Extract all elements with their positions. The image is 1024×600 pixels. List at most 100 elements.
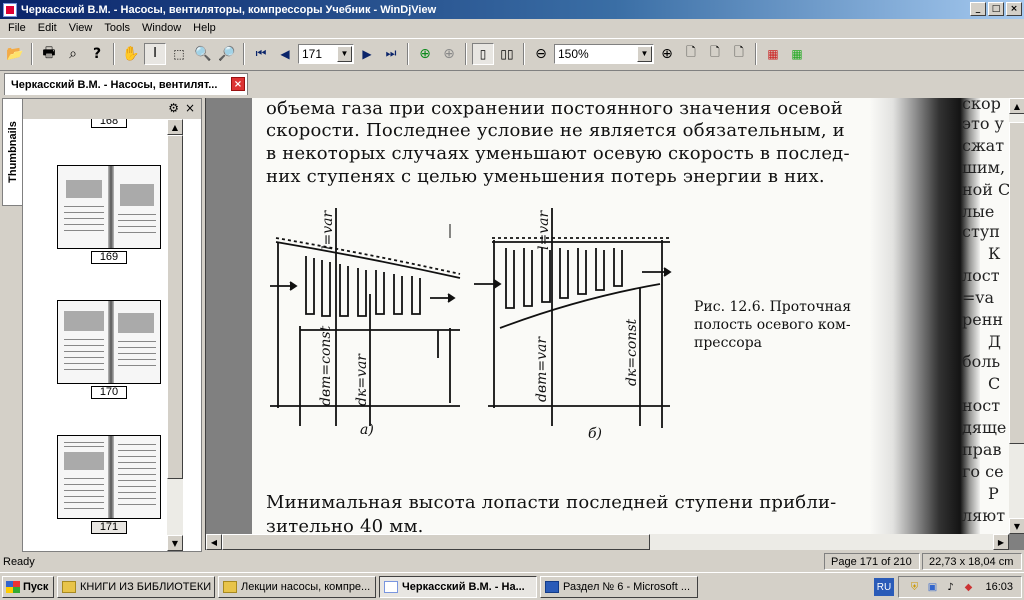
scrollbar-thumb[interactable] xyxy=(1009,122,1024,444)
status-text: Ready xyxy=(3,555,35,568)
right-page-text: С xyxy=(988,374,1001,393)
print-icon[interactable]: 🖶 xyxy=(38,43,60,65)
scroll-up-icon[interactable]: ▲ xyxy=(167,119,183,135)
label-dk-const-b: dк=const xyxy=(624,318,640,386)
scroll-left-icon[interactable]: ◀ xyxy=(206,534,222,550)
thumbnails-panel: ⚙ × 168 169 170 171 ▲ ▼ xyxy=(22,98,202,552)
find-icon[interactable]: ⌕ xyxy=(62,43,84,65)
hand-tool-icon[interactable]: ✋ xyxy=(120,43,142,65)
thumbnail-170[interactable]: 170 xyxy=(57,300,161,399)
single-page-icon[interactable]: ▯ xyxy=(472,42,494,65)
tray-app-icon[interactable]: ◆ xyxy=(961,580,975,594)
chevron-down-icon[interactable]: ▼ xyxy=(337,45,352,62)
rect-select-icon[interactable]: ⬚ xyxy=(168,43,190,65)
text-line: них ступенях с целью уменьшения потерь э… xyxy=(266,166,825,187)
toolbar-separator xyxy=(31,42,33,65)
display-mode-color-icon[interactable]: ▦ xyxy=(762,43,784,65)
book-spine-shadow xyxy=(870,98,962,534)
menu-edit[interactable]: Edit xyxy=(32,22,63,34)
page-number-combo[interactable]: 171 ▼ xyxy=(298,43,354,64)
close-icon[interactable]: × xyxy=(185,101,195,115)
first-page-icon[interactable]: ⏮ xyxy=(250,43,272,65)
zoom-icon[interactable]: 🔍 xyxy=(192,43,214,65)
menu-tools[interactable]: Tools xyxy=(98,22,136,34)
menu-window[interactable]: Window xyxy=(136,22,187,34)
document-tab[interactable]: Черкасский В.М. - Насосы, вентилят... × xyxy=(4,73,248,95)
close-tab-icon[interactable]: × xyxy=(231,77,245,91)
language-indicator[interactable]: RU xyxy=(874,578,894,596)
last-page-icon[interactable]: ⏭ xyxy=(380,43,402,65)
next-page-icon[interactable]: ▶ xyxy=(356,43,378,65)
display-mode-bw-icon[interactable]: ▦ xyxy=(786,43,808,65)
maximize-button[interactable]: □ xyxy=(988,2,1004,16)
menu-file[interactable]: File xyxy=(2,22,32,34)
app-icon xyxy=(3,2,17,17)
fit-width-icon[interactable]: 🗋 xyxy=(704,43,726,65)
text-select-icon[interactable]: I xyxy=(144,42,166,65)
scroll-down-icon[interactable]: ▼ xyxy=(1009,518,1024,534)
help-icon[interactable]: ? xyxy=(86,43,108,65)
network-icon[interactable]: ▣ xyxy=(925,580,939,594)
scroll-down-icon[interactable]: ▼ xyxy=(167,535,183,551)
document-tab-bar: Черкасский В.М. - Насосы, вентилят... × xyxy=(0,70,1024,96)
shield-icon[interactable]: ⛨ xyxy=(907,580,921,594)
thumbnail-label: 168 xyxy=(91,119,127,128)
zoom-combo[interactable]: 150% ▼ xyxy=(554,43,654,64)
thumbnail-page xyxy=(57,435,161,519)
status-bar: Ready Page 171 of 210 22,73 x 18,04 cm xyxy=(0,552,1024,571)
open-folder-icon[interactable]: 📂 xyxy=(4,43,26,65)
speaker-icon[interactable]: ♪ xyxy=(943,580,957,594)
close-button[interactable]: × xyxy=(1006,2,1022,16)
start-button[interactable]: Пуск xyxy=(2,575,54,598)
scroll-up-icon[interactable]: ▲ xyxy=(1009,98,1024,114)
taskbar-item[interactable]: КНИГИ ИЗ БИБЛИОТЕКИ xyxy=(57,575,215,598)
label-l-var-b: l=var xyxy=(536,210,552,250)
menu-view[interactable]: View xyxy=(63,22,99,34)
prev-page-icon[interactable]: ◀ xyxy=(274,43,296,65)
label-l-var-a: l=var xyxy=(320,210,336,250)
zoom-in-icon[interactable]: ⊕ xyxy=(656,43,678,65)
taskbar-item-active[interactable]: Черкасский В.М. - На... xyxy=(379,575,537,598)
window-controls: _ □ × xyxy=(970,2,1022,16)
document-horizontal-scrollbar[interactable]: ◀ ▶ xyxy=(206,534,1009,550)
minimize-button[interactable]: _ xyxy=(970,2,986,16)
zoom-out-icon[interactable]: ⊖ xyxy=(530,43,552,65)
scroll-right-icon[interactable]: ▶ xyxy=(993,534,1009,550)
back-icon[interactable]: ⊕ xyxy=(414,43,436,65)
fit-page-icon[interactable]: 🗋 xyxy=(728,43,750,65)
thumbnails-tab[interactable]: Thumbnails xyxy=(2,98,22,206)
thumbnail-168[interactable]: 168 xyxy=(57,119,161,128)
menu-help[interactable]: Help xyxy=(187,22,222,34)
taskbar-item[interactable]: Лекции насосы, компре... xyxy=(218,575,376,598)
thumbnail-page xyxy=(57,165,161,249)
facing-pages-icon[interactable]: ▯▯ xyxy=(496,43,518,65)
taskbar: Пуск КНИГИ ИЗ БИБЛИОТЕКИ Лекции насосы, … xyxy=(0,572,1024,600)
taskbar-item-label: КНИГИ ИЗ БИБЛИОТЕКИ xyxy=(80,580,212,593)
right-page-text: дяще xyxy=(962,418,1007,437)
right-page-text: Р xyxy=(988,484,999,503)
actual-size-icon[interactable]: 🗋 xyxy=(680,43,702,65)
scrollbar-thumb[interactable] xyxy=(167,135,183,479)
title-bar: Черкасский В.М. - Насосы, вентиляторы, к… xyxy=(0,0,1024,19)
thumbnails-scrollbar[interactable]: ▲ ▼ xyxy=(167,119,183,551)
forward-icon[interactable]: ⊕ xyxy=(438,43,460,65)
taskbar-item[interactable]: Раздел № 6 - Microsoft ... xyxy=(540,575,698,598)
clock[interactable]: 16:03 xyxy=(985,581,1013,593)
zoom-rect-icon[interactable]: 🔎 xyxy=(216,43,238,65)
word-icon xyxy=(545,580,559,593)
gear-icon[interactable]: ⚙ xyxy=(168,101,179,115)
chevron-down-icon[interactable]: ▼ xyxy=(637,45,652,62)
thumbnail-171[interactable]: 171 xyxy=(57,435,161,534)
scrollbar-thumb[interactable] xyxy=(222,534,650,550)
windows-logo-icon xyxy=(6,580,20,593)
thumbnails-header: ⚙ × xyxy=(23,99,201,119)
right-page-text: ност xyxy=(962,396,1001,415)
document-view[interactable]: объема газа при сохранении постоянного з… xyxy=(205,98,1024,550)
window-title: Черкасский В.М. - Насосы, вентиляторы, к… xyxy=(21,3,437,16)
thumbnail-169[interactable]: 169 xyxy=(57,165,161,264)
document-vertical-scrollbar[interactable]: ▲ ▼ xyxy=(1009,98,1024,534)
right-page-text: сжат xyxy=(962,136,1005,155)
toolbar-separator xyxy=(755,42,757,65)
folder-icon xyxy=(223,580,237,593)
toolbar-separator xyxy=(113,42,115,65)
